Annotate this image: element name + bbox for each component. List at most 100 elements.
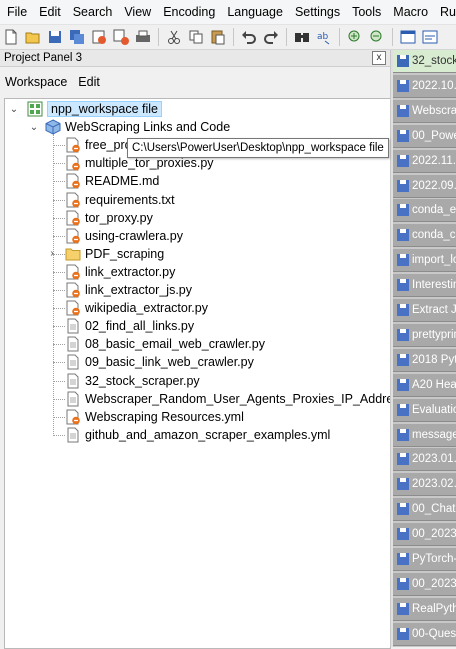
menu-encoding[interactable]: Encoding bbox=[156, 0, 220, 24]
menu-language[interactable]: Language bbox=[220, 0, 288, 24]
save-state-icon bbox=[397, 602, 409, 615]
doc-tab[interactable]: 2023.02.xx bbox=[393, 473, 456, 497]
doc-tab[interactable]: 2022.10.xx bbox=[393, 74, 456, 98]
doc-tab[interactable]: Webscraping bbox=[393, 99, 456, 123]
tree-file-node[interactable]: README.md bbox=[65, 172, 159, 190]
tree-node-label: multiple_tor_proxies.py bbox=[85, 156, 214, 171]
tree-file-node[interactable]: Webscraper_Random_User_Agents_Proxies_IP… bbox=[65, 390, 390, 408]
menu-edit[interactable]: Edit bbox=[32, 0, 66, 24]
doc-tab[interactable]: 2022.11.xx bbox=[393, 149, 456, 173]
undo-icon[interactable] bbox=[240, 28, 258, 46]
paste-icon[interactable] bbox=[209, 28, 227, 46]
collapse-icon[interactable]: ⌄ bbox=[29, 122, 39, 133]
doc-tab[interactable]: 32_stock_scraper.py bbox=[393, 50, 456, 73]
doc-tab[interactable]: conda_cmds bbox=[393, 224, 456, 248]
new-file-icon[interactable] bbox=[2, 28, 20, 46]
doc-tab-label: Extract JS bbox=[412, 304, 456, 316]
python-file-icon bbox=[65, 264, 81, 280]
doc-tab[interactable]: 00_PowerShell bbox=[393, 124, 456, 148]
tree-file-node[interactable]: 02_find_all_links.py bbox=[65, 317, 194, 335]
tree-connector-line bbox=[53, 308, 65, 310]
python-file-icon bbox=[65, 155, 81, 171]
tree-file-node[interactable]: tor_proxy.py bbox=[65, 209, 153, 227]
project-tree[interactable]: ⌄ npp_workspace file ⌄ WebScraping Links an… bbox=[4, 98, 391, 649]
doc-tab[interactable]: import_lookup bbox=[393, 249, 456, 273]
tree-node-label: Webscraper_Random_User_Agents_Proxies_IP… bbox=[85, 391, 390, 406]
find-icon[interactable] bbox=[293, 28, 311, 46]
tree-node-label: tor_proxy.py bbox=[85, 210, 153, 225]
menu-tools[interactable]: Tools bbox=[345, 0, 386, 24]
tree-file-node[interactable]: requirements.txt bbox=[65, 191, 175, 209]
tree-node-label: 02_find_all_links.py bbox=[85, 319, 195, 334]
tree-file-node[interactable]: Webscraping Resources.yml bbox=[65, 408, 244, 426]
menu-view[interactable]: View bbox=[117, 0, 156, 24]
doc-tab[interactable]: Evaluation bbox=[393, 398, 456, 422]
tree-file-node[interactable]: 08_basic_email_web_crawler.py bbox=[65, 335, 265, 353]
doc-tab[interactable]: message bbox=[393, 423, 456, 447]
doc-tab[interactable]: Interesting bbox=[393, 274, 456, 298]
tree-file-node[interactable]: using-crawlera.py bbox=[65, 227, 183, 245]
tree-file-node[interactable]: github_and_amazon_scraper_examples.yml bbox=[65, 426, 330, 444]
doc-tab[interactable]: 2018 Python bbox=[393, 348, 456, 372]
doc-tab[interactable]: 00_ChatGPT bbox=[393, 498, 456, 522]
tree-node-label: 09_basic_link_web_crawler.py bbox=[85, 355, 254, 370]
save-icon[interactable] bbox=[46, 28, 64, 46]
tree-node-label: README.md bbox=[85, 174, 160, 189]
doc-tab[interactable]: 2023.01.xx bbox=[393, 448, 456, 472]
save-state-icon bbox=[397, 478, 409, 491]
save-all-icon[interactable] bbox=[68, 28, 86, 46]
close-icon[interactable]: x bbox=[372, 51, 386, 65]
expand-icon[interactable]: › bbox=[47, 248, 57, 259]
doc-tab[interactable]: 2022.09.xx bbox=[393, 174, 456, 198]
doc-tab-label: A20 Headers bbox=[412, 378, 456, 391]
tree-file-node[interactable]: wikipedia_extractor.py bbox=[65, 299, 208, 317]
tree-file-node[interactable]: 32_stock_scraper.py bbox=[65, 372, 200, 390]
menu-file[interactable]: File bbox=[0, 0, 32, 24]
doc-tab-label: import_lookup bbox=[412, 254, 456, 267]
tree-folder-node[interactable]: PDF_scraping bbox=[65, 245, 164, 263]
tree-file-node[interactable]: link_extractor_js.py bbox=[65, 281, 192, 299]
doc-tab[interactable]: PyTorch- bbox=[393, 548, 456, 571]
doc-tab[interactable]: RealPython bbox=[393, 597, 456, 621]
panel-header: Project Panel 3 x bbox=[0, 50, 390, 67]
menu-settings[interactable]: Settings bbox=[288, 0, 345, 24]
open-file-icon[interactable] bbox=[24, 28, 42, 46]
print-icon[interactable] bbox=[134, 28, 152, 46]
doc-tab[interactable]: prettyprint bbox=[393, 323, 456, 347]
panel-menu-edit[interactable]: Edit bbox=[73, 75, 106, 89]
tree-node-label: 32_stock_scraper.py bbox=[85, 373, 200, 388]
word-wrap-icon[interactable] bbox=[421, 28, 439, 46]
doc-tab-label: 00-Questions bbox=[412, 627, 456, 640]
panel-menu: Workspace Edit bbox=[0, 67, 390, 97]
tree-workspace-node[interactable]: npp_workspace file bbox=[27, 100, 163, 118]
collapse-icon[interactable]: ⌄ bbox=[9, 104, 19, 115]
menu-search[interactable]: Search bbox=[66, 0, 118, 24]
tree-node-label: requirements.txt bbox=[85, 192, 175, 207]
close-file-icon[interactable] bbox=[90, 28, 108, 46]
doc-tab[interactable]: 00_2023 bbox=[393, 572, 456, 596]
close-all-icon[interactable] bbox=[112, 28, 130, 46]
tree-connector-line bbox=[53, 344, 65, 346]
cut-icon[interactable] bbox=[165, 28, 183, 46]
doc-tab[interactable]: conda_env bbox=[393, 199, 456, 223]
python-file-icon bbox=[65, 137, 81, 153]
zoom-out-icon[interactable] bbox=[368, 28, 386, 46]
doc-tab[interactable]: A20 Headers bbox=[393, 373, 456, 397]
doc-tab[interactable]: 00-Questions bbox=[393, 622, 456, 646]
doc-tab[interactable]: Extract JS bbox=[393, 299, 456, 322]
python-file-icon bbox=[65, 300, 81, 316]
zoom-in-icon[interactable] bbox=[346, 28, 364, 46]
tree-file-node[interactable]: 09_basic_link_web_crawler.py bbox=[65, 353, 254, 371]
panel-menu-workspace[interactable]: Workspace bbox=[0, 75, 73, 89]
copy-icon[interactable] bbox=[187, 28, 205, 46]
sync-scroll-icon[interactable] bbox=[399, 28, 417, 46]
replace-icon[interactable]: ab bbox=[315, 28, 333, 46]
menu-macro[interactable]: Macro bbox=[386, 0, 433, 24]
tree-connector-line bbox=[53, 217, 65, 219]
tree-file-node[interactable]: link_extractor.py bbox=[65, 263, 175, 281]
tree-project-node[interactable]: WebScraping Links and Code bbox=[45, 118, 230, 136]
file-icon bbox=[65, 354, 81, 370]
redo-icon[interactable] bbox=[262, 28, 280, 46]
doc-tab[interactable]: 00_2023 bbox=[393, 523, 456, 547]
menu-run[interactable]: Run bbox=[433, 0, 456, 24]
